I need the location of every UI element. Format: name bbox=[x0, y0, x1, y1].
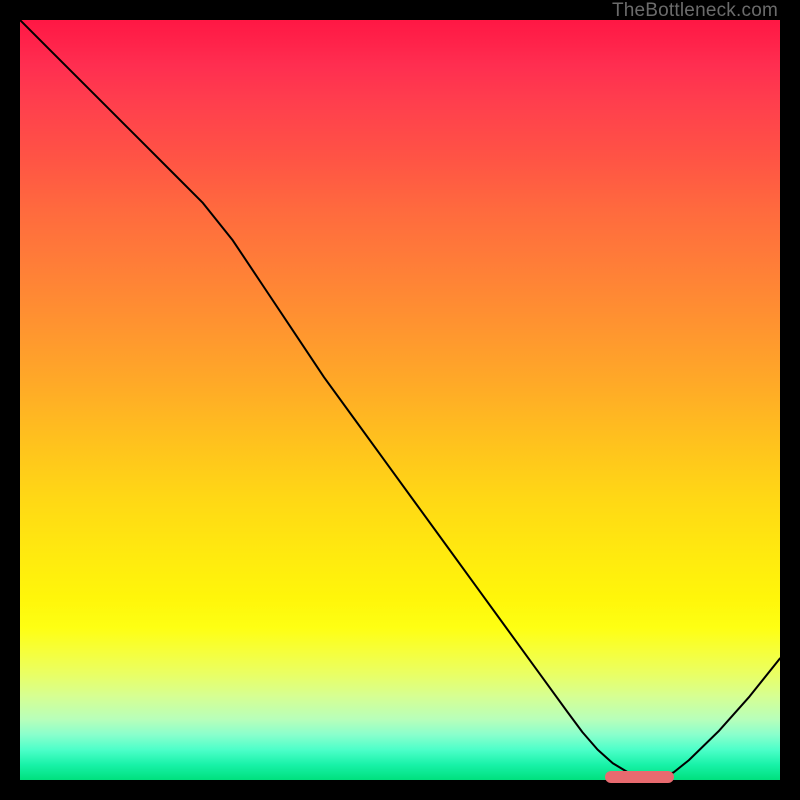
plot-area bbox=[20, 20, 780, 780]
optimal-range-marker bbox=[605, 771, 673, 783]
watermark-text: TheBottleneck.com bbox=[612, 0, 778, 22]
bottleneck-curve bbox=[20, 20, 780, 777]
chart-frame: TheBottleneck.com bbox=[0, 0, 800, 800]
curve-layer bbox=[20, 20, 780, 780]
